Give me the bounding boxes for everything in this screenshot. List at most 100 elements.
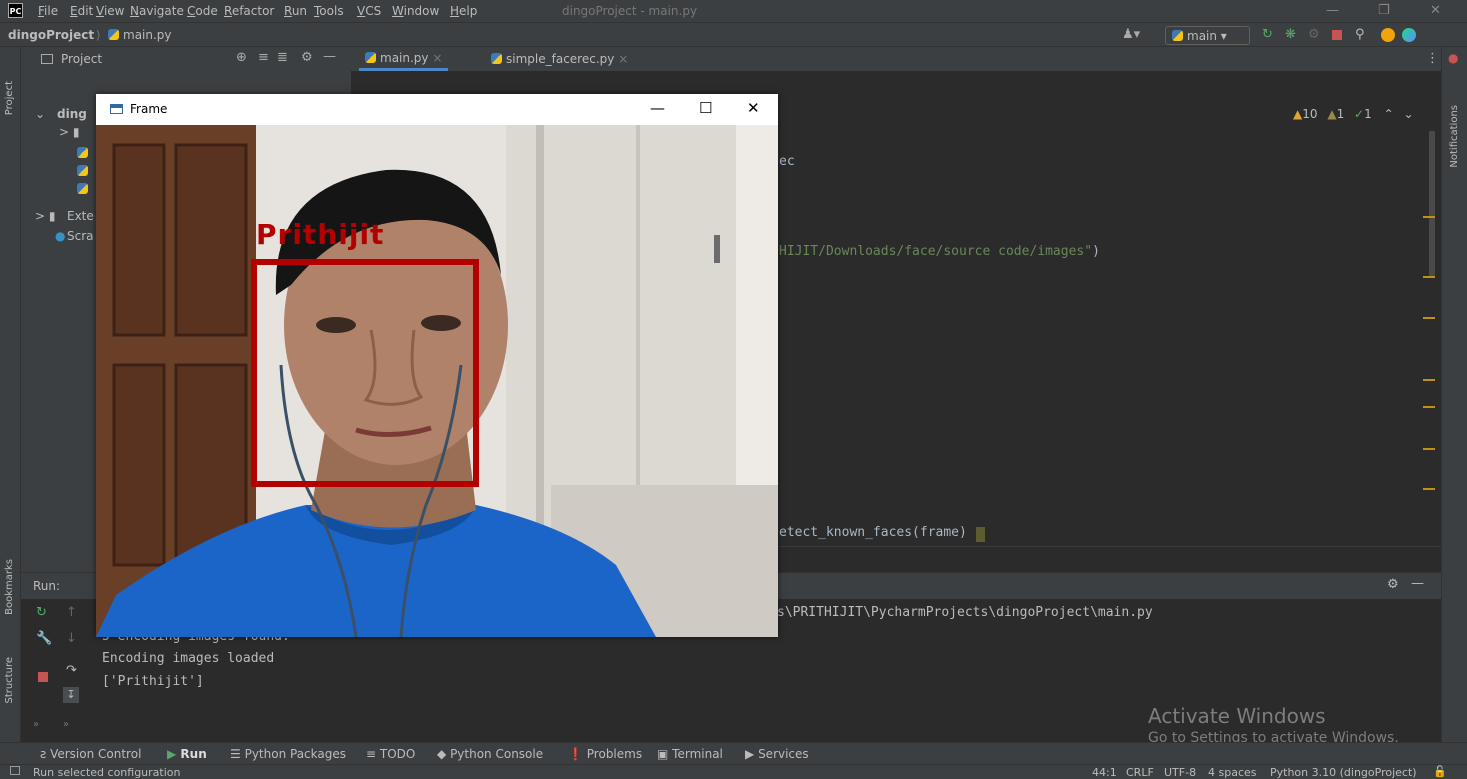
settings-gear-icon[interactable]: ⚙ (1387, 577, 1399, 592)
expand-all-icon[interactable]: ≡ (258, 50, 269, 65)
inspection-widget[interactable]: ▲10 ▲1 ✓1 ⌃ ⌄ (1293, 107, 1414, 121)
tab-main-py[interactable]: main.py × (359, 47, 449, 71)
updates-icon[interactable] (1381, 28, 1395, 42)
tree-arrow-icon[interactable]: > ▮ (35, 209, 55, 223)
minimize-icon[interactable]: — (1326, 3, 1339, 18)
lock-icon[interactable]: 🔓 (1433, 765, 1447, 778)
tab-close-icon[interactable]: × (618, 52, 628, 66)
tool-python-console[interactable]: ◆ Python Console (437, 747, 543, 761)
webcam-frame-svg (96, 125, 778, 637)
line-separator[interactable]: CRLF (1126, 766, 1154, 779)
menu-edit[interactable]: Edit (70, 4, 93, 18)
maximize-icon[interactable]: ☐ (699, 99, 712, 117)
breadcrumb-file[interactable]: main.py (108, 28, 172, 42)
file-encoding[interactable]: UTF-8 (1164, 766, 1196, 779)
tree-folder-icon[interactable]: > ▮ (59, 125, 79, 139)
expand-more-icon[interactable]: » (63, 719, 69, 730)
tab-simple-facerec-py[interactable]: simple_facerec.py × (491, 52, 628, 66)
debug-icon[interactable]: ❋ (1285, 27, 1296, 42)
locate-icon[interactable]: ⊕ (236, 50, 247, 65)
menu-navigate[interactable]: Navigate (130, 4, 184, 18)
bell-icon[interactable]: ● (1448, 51, 1458, 65)
tree-item-scratches[interactable]: Scra (67, 229, 94, 243)
account-icon[interactable]: ♟▾ (1122, 27, 1140, 42)
collapse-all-icon[interactable]: ≣ (277, 50, 288, 65)
run-config-selector[interactable]: main ▾ (1165, 26, 1250, 45)
expand-more-icon[interactable]: » (33, 719, 39, 730)
menu-refactor[interactable]: Refactor (224, 4, 274, 18)
menu-view[interactable]: View (96, 4, 124, 18)
menu-run[interactable]: Run (284, 4, 307, 18)
warning-marker[interactable] (1423, 317, 1435, 319)
tool-version-control[interactable]: ƨ Version Control (40, 747, 141, 761)
status-panel-icon[interactable] (10, 766, 20, 775)
caret-position[interactable]: 44:1 (1092, 766, 1117, 779)
scrollbar-thumb[interactable] (1429, 131, 1435, 276)
menu-window[interactable]: Window (392, 4, 439, 18)
hide-panel-icon[interactable]: — (1411, 576, 1424, 591)
project-stripe-button[interactable]: Project (4, 81, 15, 115)
arrow-down-icon[interactable]: ↓ (66, 631, 77, 646)
python-file-icon[interactable] (77, 146, 92, 160)
tab-close-icon[interactable]: × (432, 51, 442, 65)
face-name-label: Prithijit (256, 218, 385, 251)
tool-services[interactable]: ▶ Services (745, 747, 809, 761)
opencv-frame-window[interactable]: Frame — ☐ ✕ Prithijit (96, 94, 778, 637)
watermark-title: Activate Windows (1148, 704, 1326, 728)
warning-marker[interactable] (1423, 379, 1435, 381)
menu-file[interactable]: File (38, 4, 58, 18)
stop-icon[interactable] (38, 672, 48, 682)
minimize-icon[interactable]: — (650, 99, 665, 117)
activate-windows-watermark: Activate Windows Go to Settings to activ… (1148, 704, 1399, 746)
project-panel-title[interactable]: Project (61, 52, 102, 66)
tool-problems[interactable]: ❗ Problems (568, 747, 642, 761)
menu-tools[interactable]: Tools (314, 4, 344, 18)
warning-marker[interactable] (1423, 216, 1435, 218)
warning-marker[interactable] (1423, 406, 1435, 408)
python-file-icon[interactable] (77, 164, 92, 178)
arrow-up-icon[interactable]: ↑ (66, 605, 77, 620)
close-icon[interactable]: ✕ (1430, 3, 1441, 18)
wrench-icon[interactable]: 🔧 (36, 631, 52, 646)
structure-stripe-button[interactable]: Structure (4, 657, 15, 704)
chevron-up-icon[interactable]: ⌃ (1384, 107, 1394, 121)
warning-count: 10 (1302, 107, 1318, 121)
python-file-icon[interactable] (77, 182, 92, 196)
tool-todo[interactable]: ≡ TODO (366, 747, 415, 761)
soft-wrap-icon[interactable]: ↷ (66, 663, 77, 678)
tool-python-packages[interactable]: ☰ Python Packages (230, 747, 346, 761)
menu-code[interactable]: Code (187, 4, 218, 18)
tree-arrow-icon[interactable]: ⌄ (35, 107, 45, 121)
notifications-stripe-button[interactable]: Notifications (1449, 105, 1460, 168)
rerun-icon[interactable]: ↻ (1262, 27, 1273, 42)
scroll-to-end-icon[interactable]: ↧ (63, 687, 79, 703)
status-message: Run selected configuration (33, 766, 181, 779)
frame-titlebar[interactable]: Frame — ☐ ✕ (96, 94, 778, 125)
tree-item-external-libraries[interactable]: Exte (67, 209, 94, 223)
warning-marker[interactable] (1423, 448, 1435, 450)
console-line: ['Prithijit'] (102, 674, 204, 689)
rerun-icon[interactable]: ↻ (36, 605, 47, 620)
tree-item-dingo[interactable]: ding (57, 107, 87, 121)
hide-panel-icon[interactable]: — (323, 49, 336, 64)
indent-setting[interactable]: 4 spaces (1208, 766, 1257, 779)
run-icon: ▶ (167, 747, 177, 761)
chevron-down-icon[interactable]: ⌄ (1403, 107, 1413, 121)
close-icon[interactable]: ✕ (747, 99, 760, 117)
settings-gear-icon[interactable]: ⚙ (301, 50, 313, 65)
menu-help[interactable]: Help (450, 4, 477, 18)
tool-run[interactable]: ▶ Run (167, 747, 207, 761)
jetbrains-toolbox-icon[interactable] (1402, 28, 1416, 42)
stop-icon[interactable] (1332, 30, 1342, 40)
search-everywhere-icon[interactable]: ⚲ (1355, 27, 1365, 42)
restore-icon[interactable]: ❐ (1378, 3, 1390, 18)
menu-vcs[interactable]: VCS (357, 4, 381, 18)
breadcrumb-project[interactable]: dingoProject (8, 28, 94, 42)
more-options-icon[interactable]: ⋮ (1426, 51, 1439, 66)
warning-marker[interactable] (1423, 488, 1435, 490)
tool-terminal[interactable]: ▣ Terminal (657, 747, 723, 761)
bookmarks-stripe-button[interactable]: Bookmarks (4, 559, 15, 615)
coverage-icon[interactable]: ⚙ (1308, 27, 1320, 42)
python-interpreter[interactable]: Python 3.10 (dingoProject) (1270, 766, 1417, 779)
warning-marker[interactable] (1423, 276, 1435, 278)
